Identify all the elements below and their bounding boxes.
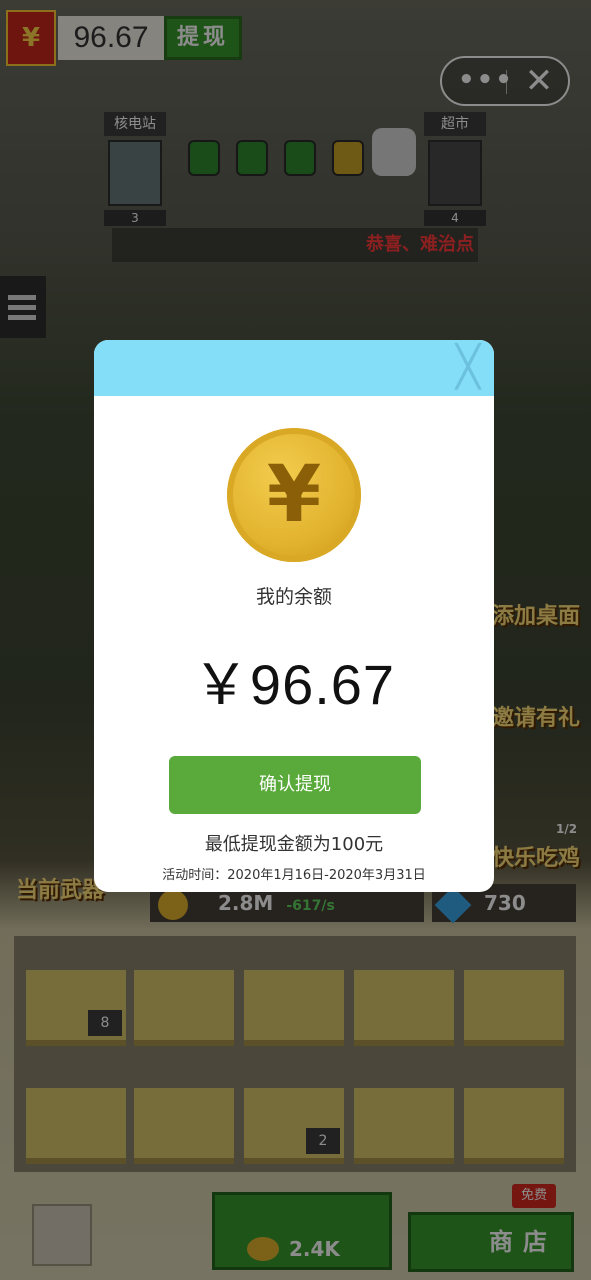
confirm-withdraw-button[interactable]: 确认提现 <box>169 756 421 814</box>
yuan-coin-icon: ¥ <box>227 428 361 562</box>
withdraw-dialog: ╳ ¥ 我的余额 ￥96.67 确认提现 最低提现金额为100元 活动时间：20… <box>94 340 494 892</box>
balance-amount: ￥96.67 <box>192 653 396 716</box>
balance-label: 我的余额 <box>255 586 332 608</box>
dialog-close-icon[interactable]: ╳ <box>450 347 486 387</box>
minimum-withdraw-note: 最低提现金额为100元 <box>204 834 384 855</box>
activity-period: 活动时间：2020年1月16日-2020年3月31日 <box>162 868 426 883</box>
dialog-header: ╳ <box>94 340 494 396</box>
